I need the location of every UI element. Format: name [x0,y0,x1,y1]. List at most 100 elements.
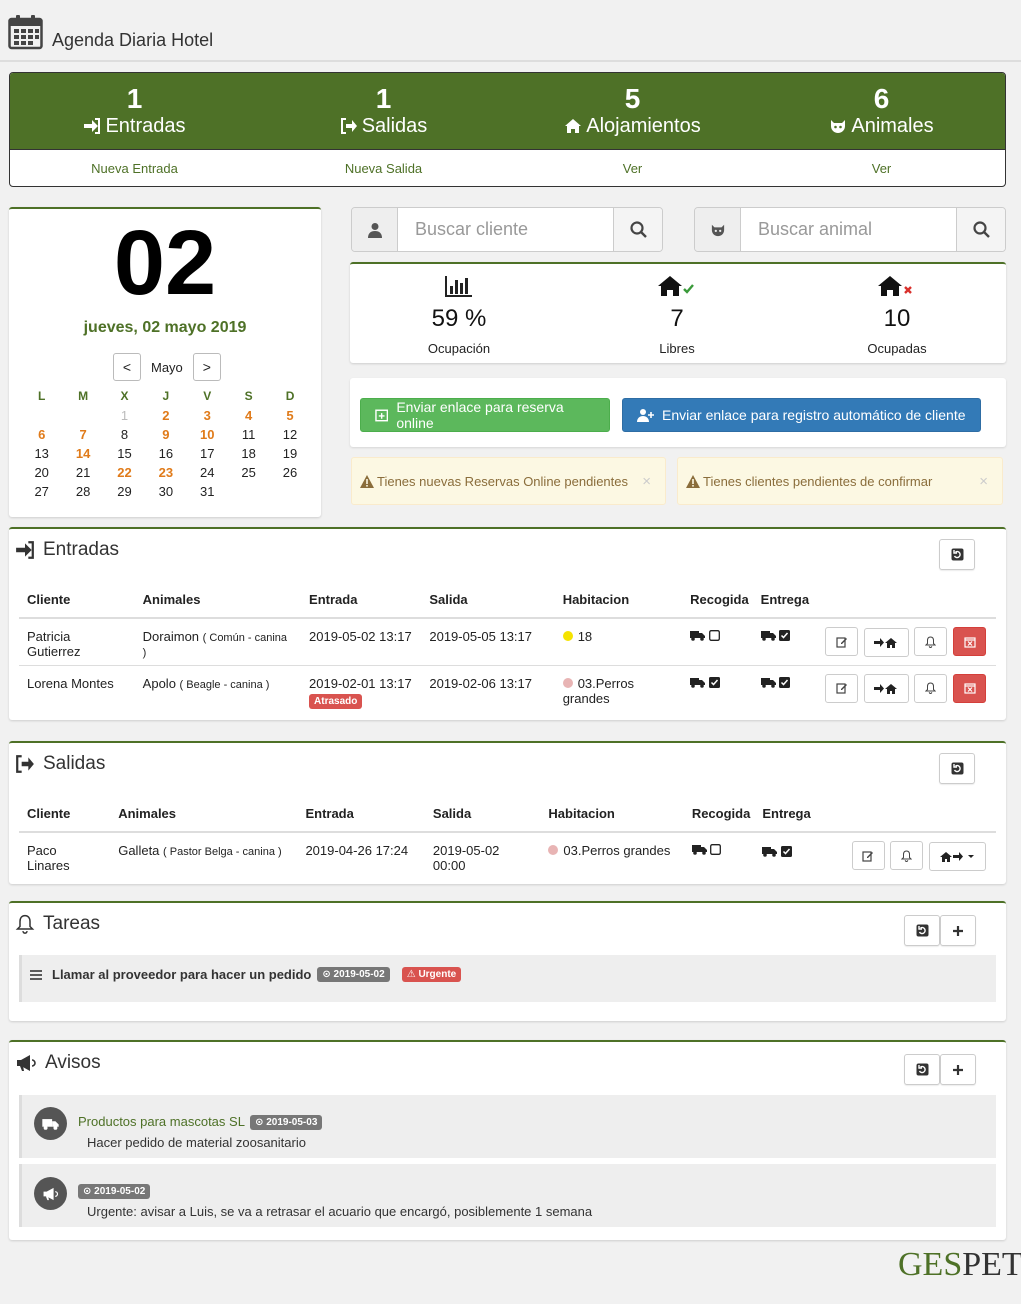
notice-item[interactable]: Productos para mascotas SL ⊙ 2019-05-03 … [19,1095,996,1158]
animal-name[interactable]: Doraimon [143,629,199,644]
calendar-day[interactable]: 17 [187,446,228,465]
calendar-day[interactable]: 8 [104,427,145,446]
table-row[interactable]: Paco Linares Galleta ( Pastor Belga - ca… [19,831,996,879]
auto-register-link-button[interactable]: Enviar enlace para registro automático d… [622,398,981,432]
calendar-day[interactable]: 13 [21,446,62,465]
calendar-day[interactable]: 16 [145,446,186,465]
animal-search-button[interactable] [956,208,1005,251]
cancel-booking-button[interactable] [953,673,986,703]
bell-button[interactable] [914,673,948,703]
calendar-day[interactable]: 24 [187,465,228,484]
calendar-day[interactable]: 4 [228,408,269,427]
calendar-day[interactable]: 3 [187,408,228,427]
table-row[interactable]: Lorena Montes Apolo ( Beagle - canina ) … [19,664,996,712]
calendar-day[interactable]: 21 [62,465,103,484]
calendar-day[interactable]: 23 [145,465,186,484]
calendar-day[interactable]: 1 [104,408,145,427]
calendar-day[interactable]: 27 [21,484,62,503]
calendar-day[interactable]: 29 [104,484,145,503]
nueva-entrada-link[interactable]: Nueva Entrada [10,161,259,176]
checkbox-unchecked-icon[interactable] [708,630,720,641]
calendar-day[interactable]: 10 [187,427,228,446]
section-title: Avisos [45,1052,101,1073]
occupied-rooms-value: 10 [883,305,911,332]
bell-icon [15,914,35,934]
drag-handle-icon[interactable] [30,969,42,980]
calendar-day[interactable]: 19 [269,446,310,465]
check-in-button[interactable] [863,674,909,703]
calendar-day[interactable]: 9 [145,427,186,446]
animal-search [694,207,1006,252]
calendar-day[interactable]: 5 [269,408,310,427]
checkout-dropdown-button[interactable] [929,841,986,871]
notice-text: Urgente: avisar a Luis, se va a retrasar… [87,1204,593,1219]
calendar-day[interactable]: 7 [62,427,103,446]
calendar-day[interactable]: 20 [21,465,62,484]
calendar-day[interactable]: 18 [228,446,269,465]
checkbox-checked-icon[interactable] [779,630,791,641]
column-header: Habitacion [540,796,688,833]
stat-label: Salidas [361,115,428,137]
edit-button[interactable] [851,841,885,870]
calendar-day[interactable]: 31 [187,484,228,503]
edit-button[interactable] [825,673,859,703]
add-task-button[interactable] [940,915,976,946]
add-notice-button[interactable] [940,1054,976,1085]
client-search-button[interactable] [613,208,662,251]
entry-date: 2019-05-02 13:17 [301,617,422,665]
table-row[interactable]: Patricia Gutierrez Doraimon ( Común - ca… [19,617,996,665]
refresh-button[interactable] [939,539,975,570]
prev-month-button[interactable]: < [113,353,141,381]
task-item[interactable]: Llamar al proveedor para hacer un pedido… [19,955,996,1002]
client-name[interactable]: Paco Linares [19,831,111,879]
ver-alojamientos-link[interactable]: Ver [508,161,757,176]
checkbox-unchecked-icon[interactable] [710,844,722,855]
close-icon[interactable]: × [642,473,651,490]
edit-icon [862,850,874,862]
alert-pending-clients[interactable]: Tienes clientes pendientes de confirmar … [677,457,1003,505]
animal-name[interactable]: Galleta [118,843,159,858]
column-header: Salida [424,796,541,833]
calendar-empty-cell [228,484,269,503]
nueva-salida-link[interactable]: Nueva Salida [259,161,508,176]
bell-button[interactable] [914,627,948,656]
client-name[interactable]: Lorena Montes [19,664,135,712]
calendar-day[interactable]: 30 [145,484,186,503]
refresh-button[interactable] [904,915,940,946]
column-header: Entrega [756,582,818,619]
calendar-day[interactable]: 26 [269,465,310,484]
check-in-button[interactable] [863,627,909,657]
truck-icon [34,1107,67,1140]
online-booking-link-button[interactable]: Enviar enlace para reserva online [360,398,610,432]
calendar-day[interactable]: 14 [62,446,103,465]
bell-icon [925,635,937,648]
calendar-day[interactable]: 25 [228,465,269,484]
bell-button[interactable] [890,841,924,870]
notice-sender[interactable]: Productos para mascotas SL [78,1114,244,1129]
next-month-button[interactable]: > [192,353,221,381]
checkbox-checked-icon[interactable] [780,846,792,857]
refresh-button[interactable] [939,753,975,784]
close-icon[interactable]: × [979,473,988,490]
edit-button[interactable] [825,627,859,656]
calendar-day[interactable]: 22 [104,465,145,484]
calendar-day[interactable]: 11 [228,427,269,446]
client-name[interactable]: Patricia Gutierrez [19,617,135,665]
stat-label: Alojamientos [586,115,701,137]
calendar-day[interactable]: 6 [21,427,62,446]
alert-online-bookings[interactable]: Tienes nuevas Reservas Online pendientes… [351,457,666,505]
checkbox-checked-icon[interactable] [708,676,720,688]
truck-icon [760,631,776,641]
cancel-booking-button[interactable] [953,627,986,656]
client-search-input[interactable] [398,208,614,251]
calendar-day[interactable]: 12 [269,427,310,446]
calendar-day[interactable]: 28 [62,484,103,503]
animal-name[interactable]: Apolo [143,676,176,691]
calendar-day[interactable]: 15 [104,446,145,465]
animal-search-input[interactable] [741,208,955,251]
checkbox-checked-icon[interactable] [779,676,791,688]
notice-item[interactable]: ⊙ 2019-05-02 Urgente: avisar a Luis, se … [19,1164,996,1227]
refresh-button[interactable] [904,1054,940,1085]
ver-animales-link[interactable]: Ver [757,161,1005,176]
calendar-day[interactable]: 2 [145,408,186,427]
